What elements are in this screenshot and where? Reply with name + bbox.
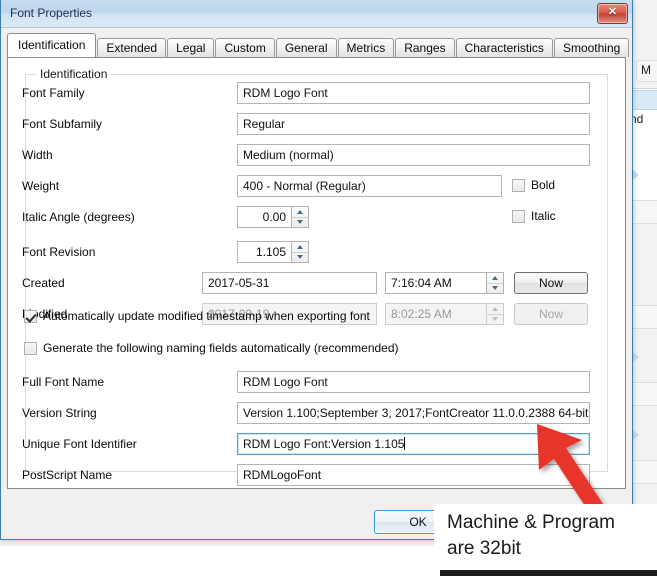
unique-font-identifier-value: RDM Logo Font:Version 1.105 [243, 437, 405, 451]
dialog-title: Font Properties [10, 6, 93, 20]
bold-checkbox-box[interactable] [512, 179, 525, 192]
spinner-down-icon[interactable] [292, 217, 308, 227]
background-expand-caret-icon[interactable] [633, 170, 639, 180]
row-postscript-name: PostScript Name RDMLogoFont [8, 464, 608, 486]
created-time-spinner[interactable] [487, 272, 504, 294]
modified-time-spinner [487, 303, 504, 325]
tab-smoothing[interactable]: Smoothing [553, 38, 630, 57]
group-legend: Identification [36, 67, 112, 81]
label-width: Width [22, 148, 53, 162]
auto-update-checkbox-label: Automatically update modified timestamp … [43, 309, 370, 323]
row-weight: Weight 400 - Normal (Regular) Bold [8, 175, 608, 197]
italic-checkbox-label: Italic [531, 209, 556, 223]
modified-now-button: Now [514, 303, 588, 325]
font-family-input[interactable]: RDM Logo Font [237, 82, 590, 104]
width-combobox[interactable]: Medium (normal) [237, 144, 590, 166]
unique-font-identifier-input[interactable]: RDM Logo Font:Version 1.105 [237, 433, 590, 455]
label-font-family: Font Family [22, 86, 85, 100]
row-width: Width Medium (normal) [8, 144, 608, 166]
tab-metrics[interactable]: Metrics [337, 38, 395, 57]
label-font-revision: Font Revision [22, 245, 96, 259]
close-icon[interactable]: ✕ [597, 3, 628, 24]
tab-custom[interactable]: Custom [215, 38, 275, 57]
font-revision-spinner[interactable] [292, 241, 309, 263]
bold-checkbox-label: Bold [531, 178, 556, 192]
label-version-string: Version String [22, 406, 97, 420]
spinner-down-icon [487, 314, 503, 324]
spinner-down-icon[interactable] [292, 252, 308, 262]
annotation-callout: Machine & Program are 32bit [434, 504, 657, 570]
label-full-font-name: Full Font Name [22, 375, 105, 389]
created-now-button[interactable]: Now [514, 272, 588, 294]
font-properties-dialog: Font Properties ✕ Identification Extende… [0, 0, 633, 540]
annotation-line-1: Machine & Program [447, 512, 615, 533]
label-font-subfamily: Font Subfamily [22, 117, 103, 131]
weight-combobox[interactable]: 400 - Normal (Regular) [237, 175, 502, 197]
row-font-family: Font Family RDM Logo Font [8, 82, 608, 104]
created-date-input[interactable]: 2017-05-31 [202, 272, 377, 294]
postscript-name-input[interactable]: RDMLogoFont [237, 464, 590, 486]
auto-generate-checkbox-box[interactable] [24, 342, 37, 355]
tab-characteristics[interactable]: Characteristics [455, 38, 553, 57]
row-italic-angle: Italic Angle (degrees) 0.00 Italic [8, 206, 608, 228]
row-created: Created 2017-05-31 7:16:04 AM Now [8, 272, 608, 294]
label-unique-font-identifier: Unique Font Identifier [22, 437, 137, 451]
row-font-subfamily: Font Subfamily Regular [8, 113, 608, 135]
tab-extended[interactable]: Extended [97, 38, 167, 57]
tab-bar: Identification Extended Legal Custom Gen… [7, 33, 630, 57]
version-string-input[interactable]: Version 1.100;September 3, 2017;FontCrea… [237, 402, 590, 424]
row-font-revision: Font Revision 1.105 [8, 241, 608, 263]
spinner-down-icon[interactable] [487, 283, 503, 293]
text-caret [404, 437, 406, 450]
close-icon-glyph: ✕ [607, 6, 618, 18]
tab-general[interactable]: General [275, 38, 337, 57]
background-fragment-m: M [641, 63, 651, 77]
row-full-font-name: Full Font Name RDM Logo Font [8, 371, 608, 393]
dialog-titlebar[interactable]: Font Properties ✕ [1, 0, 632, 28]
font-revision-input[interactable]: 1.105 [237, 241, 292, 263]
italic-angle-spinner[interactable] [292, 206, 309, 228]
modified-time-input: 8:02:25 AM [385, 303, 487, 325]
full-font-name-input[interactable]: RDM Logo Font [237, 371, 590, 393]
tab-legal[interactable]: Legal [167, 38, 215, 57]
label-weight: Weight [22, 179, 60, 193]
row-unique-font-identifier: Unique Font Identifier RDM Logo Font:Ver… [8, 433, 608, 455]
italic-angle-input[interactable]: 0.00 [237, 206, 292, 228]
row-version-string: Version String Version 1.100;September 3… [8, 402, 608, 424]
label-postscript-name: PostScript Name [22, 468, 113, 482]
annotation-line-2: are 32bit [447, 538, 521, 559]
auto-update-checkbox-box[interactable] [24, 310, 37, 323]
label-italic-angle: Italic Angle (degrees) [22, 210, 135, 224]
tab-identification[interactable]: Identification [7, 33, 97, 57]
label-created: Created [22, 276, 65, 290]
created-time-input[interactable]: 7:16:04 AM [385, 272, 487, 294]
italic-checkbox-box[interactable] [512, 210, 525, 223]
auto-generate-checkbox-label: Generate the following naming fields aut… [43, 341, 399, 355]
background-expand-caret-icon-3[interactable] [633, 430, 639, 440]
background-selected-row[interactable] [629, 90, 657, 110]
font-subfamily-combobox[interactable]: Regular [237, 113, 590, 135]
background-expand-caret-icon-2[interactable] [633, 352, 639, 362]
tab-ranges[interactable]: Ranges [395, 38, 455, 57]
tab-page-identification: Identification Font Family RDM Logo Font… [7, 57, 626, 489]
